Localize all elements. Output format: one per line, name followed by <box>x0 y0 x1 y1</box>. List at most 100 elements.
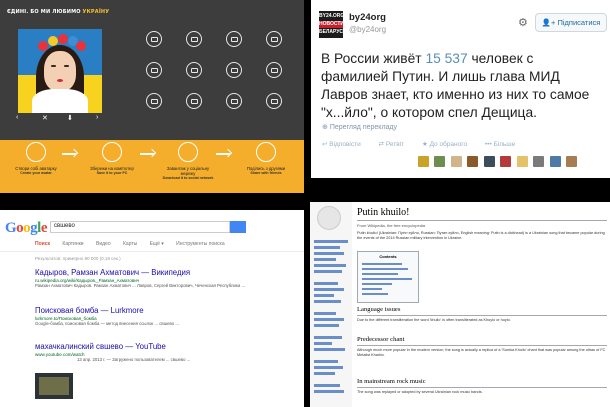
arrow-right-icon <box>140 153 154 155</box>
more-action[interactable]: ••• Більше <box>485 141 523 148</box>
search-button[interactable] <box>230 221 246 233</box>
avatar-dress <box>32 89 88 113</box>
eyes-icon[interactable] <box>226 62 242 78</box>
hair-icon[interactable] <box>186 31 202 47</box>
flag-icon[interactable] <box>186 62 202 78</box>
tweet-avatar[interactable]: BY24.ORG НОВОСТИ БЕЛАРУСИ <box>319 11 347 38</box>
face-icon[interactable] <box>146 62 162 78</box>
avatar-app-title: ЄДИНІ. БО МИ ЛЮБИМО УКРАЇНУ <box>7 9 110 15</box>
toc-link[interactable] <box>362 288 382 290</box>
sidebar-link[interactable] <box>314 282 338 285</box>
reply-action[interactable]: ↩ Відповісти <box>322 141 369 148</box>
tab-search[interactable]: Поиск <box>35 241 50 247</box>
sidebar-link[interactable] <box>314 300 341 303</box>
user-avatar[interactable] <box>533 156 545 167</box>
divider <box>357 345 607 346</box>
section-heading: Predecessor chant <box>357 336 405 343</box>
wreath-flower <box>58 34 68 44</box>
cap-icon[interactable] <box>186 93 202 109</box>
next-button[interactable]: › <box>96 114 98 121</box>
toc-link[interactable] <box>362 293 388 295</box>
user-avatar[interactable] <box>549 156 561 167</box>
sidebar-link[interactable] <box>314 246 340 249</box>
sidebar-link[interactable] <box>314 348 345 351</box>
sidebar-link[interactable] <box>314 318 344 321</box>
tab-video[interactable]: Видео <box>96 241 111 247</box>
favorite-action[interactable]: ★ До обраного <box>422 141 475 148</box>
hat-icon[interactable] <box>146 93 162 109</box>
user-avatar[interactable] <box>500 156 512 167</box>
sidebar-link[interactable] <box>314 312 336 315</box>
page-title: Putin khuilo! <box>357 207 410 218</box>
toc-link[interactable] <box>362 263 402 265</box>
avatar-face <box>44 51 76 91</box>
sidebar-link[interactable] <box>314 324 339 327</box>
sidebar-link[interactable] <box>314 258 336 261</box>
google-logo[interactable]: Google <box>5 220 48 237</box>
sidebar-link[interactable] <box>314 288 344 291</box>
sidebar-link[interactable] <box>314 360 338 363</box>
user-avatar[interactable] <box>467 156 479 167</box>
retweet-action[interactable]: ⇄ Ретвіт <box>379 141 413 148</box>
toc-link[interactable] <box>362 273 398 275</box>
result-title[interactable]: Кадыров, Рамзан Ахматович — Википедия <box>35 268 275 277</box>
section-heading: Language issues <box>357 306 401 313</box>
wreath-icon[interactable] <box>146 31 162 47</box>
glasses-icon[interactable] <box>266 93 282 109</box>
toc-link[interactable] <box>362 268 408 270</box>
mustache-icon[interactable] <box>266 62 282 78</box>
user-avatar[interactable] <box>483 156 495 167</box>
sidebar-link[interactable] <box>314 384 340 387</box>
gear-icon[interactable]: ⚙ <box>518 16 528 29</box>
video-thumbnail[interactable] <box>35 373 73 399</box>
sidebar-link[interactable] <box>314 294 334 297</box>
sidebar-link[interactable] <box>314 366 343 369</box>
result-count: Результатов: примерно 90 000 (0,19 сек.) <box>35 256 121 261</box>
section-paragraph: Due to the different transliteration the… <box>357 318 511 322</box>
star-icon[interactable] <box>226 93 242 109</box>
result-title[interactable]: махачкалинский свшево — YouTube <box>35 342 275 351</box>
prev-button[interactable]: ‹ <box>16 114 18 121</box>
toc-link[interactable] <box>362 278 412 280</box>
result-title[interactable]: Поисковая бомба — Lurkmore <box>35 306 275 315</box>
sidebar-link[interactable] <box>314 264 346 267</box>
user-avatar[interactable] <box>418 156 429 167</box>
section-heading: In mainstream rock music <box>357 378 426 385</box>
translate-link[interactable]: ⊕ Перегляд перекладу <box>322 123 397 131</box>
tab-tools[interactable]: Инструменты поиска <box>176 241 224 247</box>
tab-images[interactable]: Картинки <box>62 241 83 247</box>
tweet-author-handle[interactable]: @by24org <box>349 25 386 34</box>
avatar-maker-panel: ЄДИНІ. БО МИ ЛЮБИМО УКРАЇНУ ‹ ✕ ⬇ › Ство… <box>0 0 304 193</box>
toc-link[interactable] <box>362 283 392 285</box>
sidebar-link[interactable] <box>314 336 342 339</box>
step-share: Поділись з друзями Share with friends <box>240 142 292 175</box>
search-input[interactable]: свшево <box>50 221 230 233</box>
tab-maps[interactable]: Карты <box>123 241 137 247</box>
mask-icon[interactable] <box>226 31 242 47</box>
divider <box>357 315 607 316</box>
tab-more[interactable]: Ещё ▾ <box>150 241 164 247</box>
sidebar-link[interactable] <box>314 270 342 273</box>
user-avatar[interactable] <box>450 156 462 167</box>
sidebar-link[interactable] <box>314 342 332 345</box>
user-avatar[interactable] <box>516 156 528 167</box>
user-avatar[interactable] <box>566 156 578 167</box>
wikipedia-logo[interactable] <box>317 206 341 230</box>
sidebar-link[interactable] <box>314 390 344 393</box>
close-button[interactable]: ✕ <box>42 114 48 122</box>
share-icon <box>256 142 276 162</box>
add-user-icon: 👤+ <box>541 18 558 27</box>
tweet-author-name[interactable]: by24org <box>349 12 386 23</box>
sidebar-link[interactable] <box>314 372 335 375</box>
page-subtitle: From Wikipedia, the free encyclopedia <box>357 223 426 228</box>
tweet-panel: BY24.ORG НОВОСТИ БЕЛАРУСИ by24org @by24o… <box>311 0 610 178</box>
result-snippet: Google-бомба, поисковая бомба — метод вн… <box>35 321 179 326</box>
user-avatar[interactable] <box>434 156 446 167</box>
download-button[interactable]: ⬇ <box>67 114 73 122</box>
shirt-icon[interactable] <box>266 31 282 47</box>
sidebar-link[interactable] <box>314 240 348 243</box>
section-paragraph: Although much more popular in the modern… <box>357 348 606 357</box>
sidebar-link[interactable] <box>314 252 344 255</box>
follow-button[interactable]: 👤+ Підписатися <box>535 13 607 32</box>
step-upload: Завантаж у соціальну мережу Download it … <box>162 142 214 180</box>
